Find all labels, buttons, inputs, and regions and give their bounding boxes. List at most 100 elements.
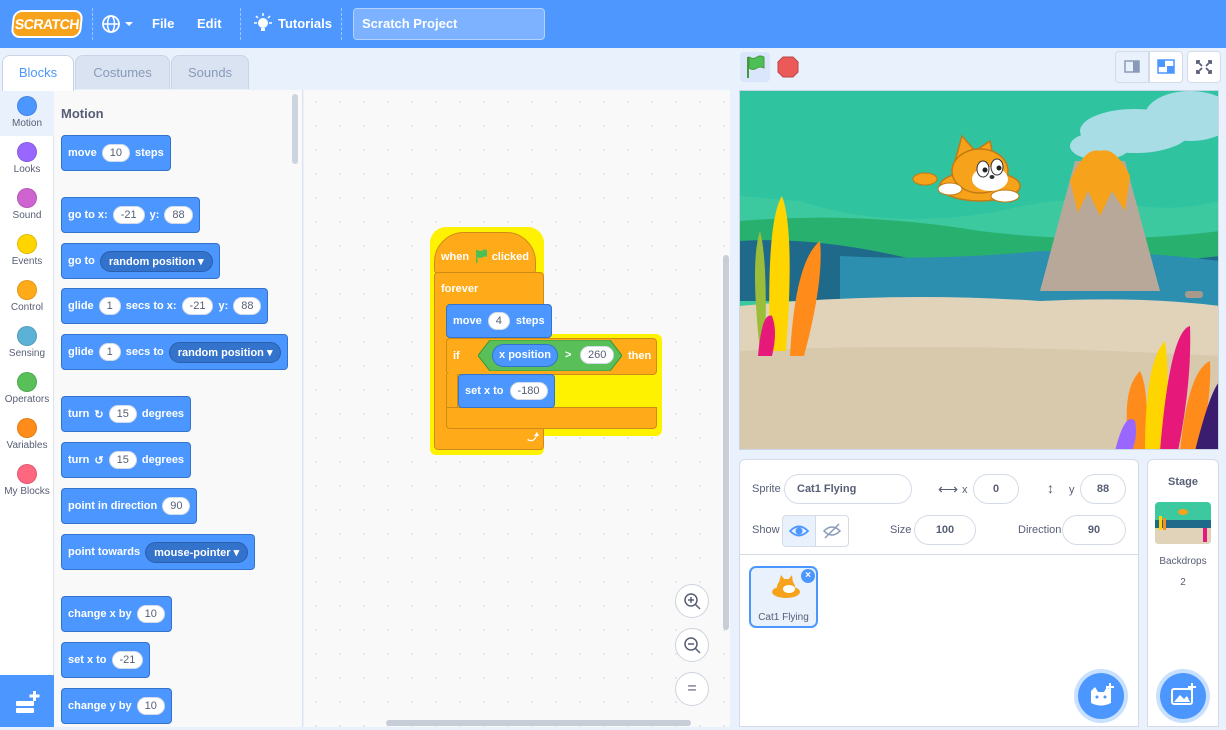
fullscreen-button[interactable] <box>1187 51 1221 83</box>
block-input[interactable]: 88 <box>164 206 193 224</box>
workspace-vertical-scrollbar[interactable] <box>723 255 729 630</box>
workspace-horizontal-scrollbar[interactable] <box>386 720 691 726</box>
change-x-block[interactable]: change x by 10 <box>61 596 172 632</box>
events-dot-icon <box>17 234 37 254</box>
block-input[interactable]: 1 <box>98 297 121 315</box>
move-steps-block[interactable]: move 4 steps <box>446 304 552 338</box>
category-control[interactable]: Control <box>0 274 54 320</box>
language-menu[interactable] <box>101 13 137 35</box>
script-stack[interactable]: when clicked forever move 4 steps if the… <box>304 90 730 490</box>
set-x-block[interactable]: set x to -21 <box>61 642 151 678</box>
show-label: Show <box>752 524 780 536</box>
zoom-reset-button[interactable]: = <box>675 672 709 706</box>
block-text: change x by <box>68 608 132 620</box>
block-input[interactable]: 10 <box>136 697 165 715</box>
block-input[interactable]: -21 <box>181 297 214 315</box>
fullscreen-icon <box>1196 60 1212 74</box>
category-sensing[interactable]: Sensing <box>0 320 54 366</box>
backdrop-thumbnail[interactable] <box>1155 502 1211 544</box>
category-looks[interactable]: Looks <box>0 136 54 182</box>
category-sound[interactable]: Sound <box>0 182 54 228</box>
green-flag-button[interactable] <box>740 52 770 82</box>
glide-xy-block[interactable]: glide 1 secs to x: -21 y: 88 <box>61 288 269 324</box>
edit-menu[interactable]: Edit <box>197 0 222 48</box>
choose-sprite-button[interactable] <box>1078 673 1124 719</box>
block-input[interactable]: -21 <box>111 651 144 669</box>
block-text: steps <box>515 315 545 327</box>
tab-sounds[interactable]: Sounds <box>171 55 249 89</box>
palette-title: Motion <box>61 106 104 121</box>
glide-block[interactable]: glide 1 secs to random position ▾ <box>61 334 289 370</box>
block-text: y: <box>218 300 229 312</box>
turn-left-block[interactable]: turn ↺ 15 degrees <box>61 442 192 478</box>
greater-than-operator[interactable]: x position > 260 <box>478 340 622 371</box>
when-flag-clicked-block[interactable]: when clicked <box>434 232 536 274</box>
block-input[interactable]: 15 <box>108 451 137 469</box>
looks-dot-icon <box>17 142 37 162</box>
block-dropdown[interactable]: random position ▾ <box>168 341 282 363</box>
set-x-block[interactable]: set x to -180 <box>458 374 555 408</box>
block-input[interactable]: 10 <box>136 605 165 623</box>
category-motion[interactable]: Motion <box>0 90 54 136</box>
block-input[interactable]: 88 <box>233 297 262 315</box>
tutorials-button[interactable]: Tutorials <box>278 0 332 48</box>
operator-symbol: > <box>565 349 572 361</box>
block-input[interactable]: -180 <box>509 382 548 400</box>
point-towards-block[interactable]: point towards mouse-pointer ▾ <box>61 534 256 570</box>
choose-backdrop-button[interactable] <box>1160 673 1206 719</box>
small-stage-button[interactable] <box>1115 51 1149 83</box>
delete-sprite-icon[interactable]: × <box>801 569 815 583</box>
block-text: turn <box>68 454 90 466</box>
project-title-input[interactable]: Scratch Project <box>353 8 545 40</box>
show-sprite-button[interactable] <box>782 515 816 547</box>
category-variables[interactable]: Variables <box>0 412 54 458</box>
block-input[interactable]: 260 <box>580 346 615 364</box>
sprite-name-input[interactable]: Cat1 Flying <box>784 474 912 504</box>
category-label: Sound <box>12 210 42 221</box>
stage-canvas[interactable] <box>739 90 1219 450</box>
direction-input[interactable]: 90 <box>1062 515 1126 545</box>
zoom-out-button[interactable] <box>675 628 709 662</box>
block-dropdown[interactable]: mouse-pointer ▾ <box>145 541 249 563</box>
hide-sprite-button[interactable] <box>815 515 849 547</box>
small-stage-icon <box>1124 60 1140 73</box>
stop-button[interactable] <box>773 52 803 82</box>
green-flag-icon <box>476 249 487 263</box>
zoom-in-button[interactable] <box>675 584 709 618</box>
tab-costumes[interactable]: Costumes <box>75 55 170 89</box>
block-input[interactable]: 10 <box>101 144 130 162</box>
block-input[interactable]: 90 <box>162 497 191 515</box>
scratch-logo[interactable]: SCRATCH <box>10 10 84 38</box>
move-steps-block[interactable]: move 10 steps <box>61 135 171 171</box>
size-input[interactable]: 100 <box>914 515 976 545</box>
block-input[interactable]: 1 <box>98 343 121 361</box>
block-input[interactable]: 15 <box>108 405 137 423</box>
stage-selector-pane[interactable]: Stage Backdrops 2 <box>1147 459 1219 727</box>
script-workspace[interactable]: when clicked forever move 4 steps if the… <box>304 90 730 727</box>
tab-blocks[interactable]: Blocks <box>2 55 74 91</box>
category-my-blocks[interactable]: My Blocks <box>0 458 54 504</box>
large-stage-button[interactable] <box>1149 51 1183 83</box>
green-flag-icon <box>747 55 765 78</box>
change-y-block[interactable]: change y by 10 <box>61 688 172 724</box>
x-position-reporter[interactable]: x position <box>492 344 558 367</box>
block-text: secs to <box>125 346 164 358</box>
sprite-thumbnail-selected[interactable]: Cat1 Flying × <box>749 566 818 628</box>
y-position-input[interactable]: 88 <box>1080 474 1126 504</box>
x-position-input[interactable]: 0 <box>973 474 1019 504</box>
go-to-xy-block[interactable]: go to x: -21 y: 88 <box>61 197 200 233</box>
add-extension-button[interactable] <box>0 675 54 727</box>
go-to-block[interactable]: go to random position ▾ <box>61 243 220 279</box>
point-direction-block[interactable]: point in direction 90 <box>61 488 198 524</box>
block-input[interactable]: -21 <box>112 206 145 224</box>
category-label: My Blocks <box>4 486 50 497</box>
palette-scrollbar[interactable] <box>292 94 298 164</box>
category-operators[interactable]: Operators <box>0 366 54 412</box>
category-events[interactable]: Events <box>0 228 54 274</box>
category-label: Sensing <box>8 348 46 359</box>
block-dropdown[interactable]: random position ▾ <box>99 250 213 272</box>
file-menu[interactable]: File <box>152 0 174 48</box>
turn-right-block[interactable]: turn ↻ 15 degrees <box>61 396 192 432</box>
loop-arrow-icon <box>527 432 539 442</box>
block-input[interactable]: 4 <box>487 312 510 330</box>
